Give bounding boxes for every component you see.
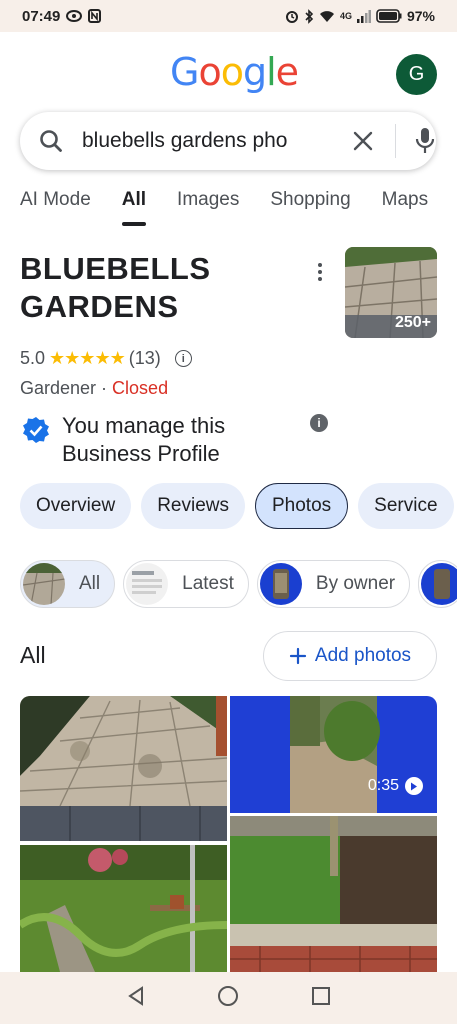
chip-reviews[interactable]: Reviews [141, 483, 245, 529]
logo-letter: G [170, 50, 199, 94]
search-tabs: AI Mode All Images Shopping Maps [20, 186, 457, 226]
filter-all-thumbnail [23, 563, 65, 605]
recents-icon[interactable] [311, 986, 331, 1011]
filter-all-label: All [79, 573, 101, 594]
photo-count: 250+ [394, 314, 431, 331]
logo-letter: l [266, 50, 277, 94]
filter-latest[interactable]: Latest [123, 560, 249, 608]
avatar[interactable]: G [396, 54, 437, 95]
search-divider [395, 124, 396, 158]
review-count[interactable]: (13) [129, 348, 161, 369]
mic-icon[interactable] [412, 126, 438, 156]
more-options-icon[interactable] [314, 262, 326, 282]
filter-next[interactable] [418, 560, 457, 608]
separator: · [96, 378, 113, 398]
tab-shopping[interactable]: Shopping [270, 186, 350, 226]
battery-icon [376, 9, 402, 23]
filter-by-owner-label: By owner [315, 573, 396, 594]
logo-letter: o [198, 50, 221, 94]
tab-maps[interactable]: Maps [382, 186, 428, 226]
business-name: BLUEBELLS GARDENS [20, 250, 310, 326]
photo-filter-chips: All Latest By owner [20, 560, 457, 608]
photo-garden-lawn[interactable] [20, 845, 227, 972]
filter-by-owner-thumbnail [259, 563, 302, 605]
back-icon[interactable] [126, 985, 146, 1011]
business-category: Gardener [20, 378, 97, 398]
wifi-icon [319, 10, 335, 23]
tab-images[interactable]: Images [177, 186, 239, 226]
photo-video-path[interactable]: 0:35 [230, 696, 437, 813]
photo-raised-bed[interactable] [230, 816, 437, 972]
filter-latest-label: Latest [182, 573, 234, 594]
alarm-icon [285, 9, 299, 23]
rating-row: 5.0 ★★★★★ (13) i [20, 348, 192, 369]
logo-letter: g [242, 50, 267, 94]
business-photo-thumbnail[interactable]: 250+ [345, 247, 437, 338]
star-rating: ★★★★★ [49, 348, 126, 368]
tab-ai-mode[interactable]: AI Mode [20, 186, 91, 226]
eye-icon [66, 10, 83, 22]
search-icon[interactable] [38, 128, 64, 154]
chip-service[interactable]: Service [358, 483, 454, 529]
top-bar: Google G [0, 44, 457, 104]
verified-badge-icon [22, 416, 50, 444]
search-box[interactable]: bluebells gardens pho [20, 112, 436, 170]
video-duration: 0:35 [367, 777, 399, 794]
video-badge: 0:35 [368, 777, 423, 795]
signal-icon [356, 9, 371, 23]
network-type: 4G [339, 11, 352, 21]
manage-info-icon[interactable]: i [310, 414, 328, 432]
info-icon[interactable]: i [174, 350, 192, 367]
photos-section-label: All [20, 642, 46, 668]
filter-next-thumbnail [421, 563, 457, 605]
nfc-icon [88, 9, 102, 23]
add-photos-button[interactable]: Add photos [263, 631, 437, 681]
filter-latest-thumbnail [126, 563, 169, 605]
clear-icon[interactable] [350, 128, 376, 154]
chip-photos[interactable]: Photos [255, 483, 349, 529]
bluetooth-icon [304, 8, 314, 24]
photo-patio[interactable] [20, 696, 227, 841]
section-chips: Overview Reviews Photos Service [20, 483, 454, 529]
filter-by-owner[interactable]: By owner [256, 560, 411, 608]
open-status: Closed [112, 378, 169, 398]
play-icon [405, 777, 423, 795]
avatar-initial: G [408, 63, 425, 85]
logo-letter: e [275, 50, 299, 94]
android-nav-bar [0, 972, 457, 1024]
logo-letter: o [220, 50, 244, 94]
search-input[interactable]: bluebells gardens pho [82, 129, 332, 153]
status-bar: 07:49 4G 97% [0, 0, 457, 32]
add-photos-label: Add photos [314, 645, 412, 666]
manage-profile-text: You manage this Business Profile [62, 412, 282, 468]
home-icon[interactable] [217, 985, 239, 1012]
google-logo[interactable]: Google [170, 50, 299, 94]
business-name-line2: GARDENS [20, 289, 179, 324]
business-name-line1: BLUEBELLS [20, 251, 211, 286]
manage-line1: You manage this [62, 413, 226, 438]
plus-icon [289, 647, 307, 665]
battery-percent: 97% [406, 8, 435, 24]
status-time: 07:49 [22, 7, 61, 25]
category-row: Gardener · Closed [20, 378, 168, 399]
manage-line2: Business Profile [62, 441, 220, 466]
tab-all[interactable]: All [121, 186, 147, 226]
chip-overview[interactable]: Overview [20, 483, 132, 529]
rating-value: 5.0 [20, 348, 46, 368]
filter-all[interactable]: All [20, 560, 116, 608]
